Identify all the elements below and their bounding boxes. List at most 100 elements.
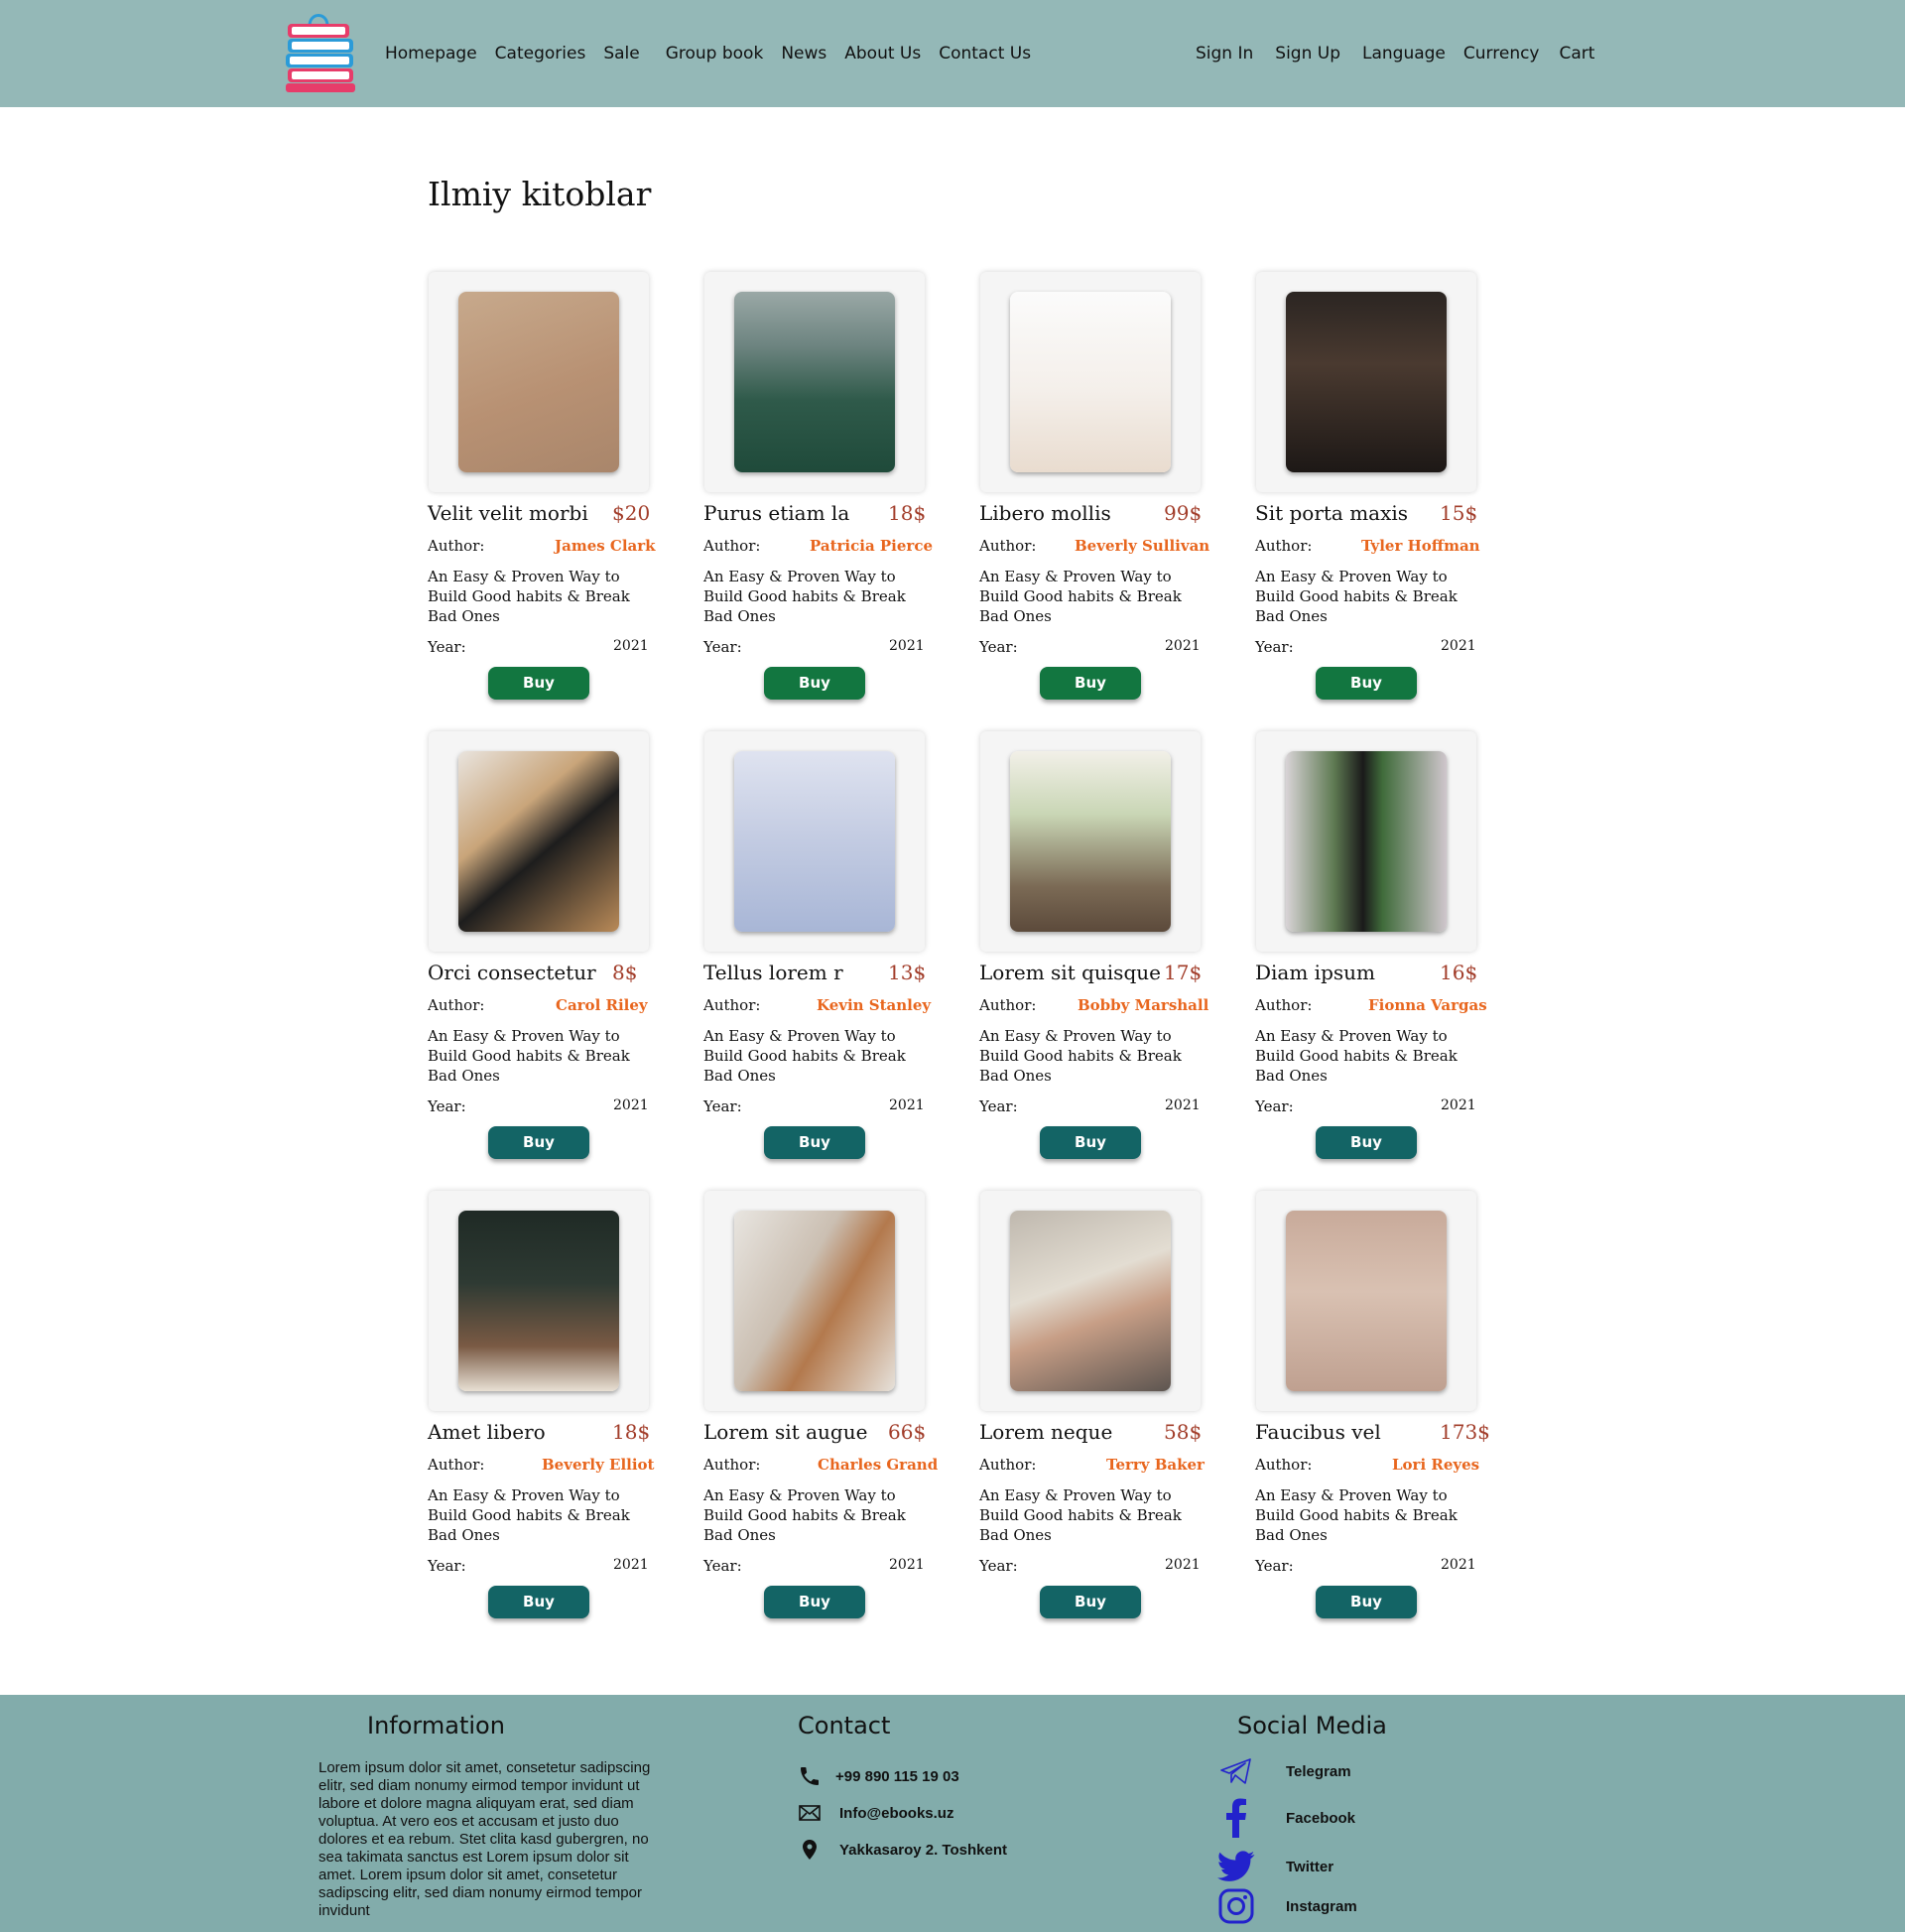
nav-cart[interactable]: Cart [1560,44,1595,64]
nav-categories[interactable]: Categories [495,44,586,64]
book-cover-frame[interactable] [1256,272,1476,492]
open-book-on-bed-image[interactable] [734,751,895,932]
mail-icon [799,1805,821,1821]
author-name[interactable]: Lori Reyes [1392,1456,1479,1474]
author-name[interactable]: Tyler Hoffman [1361,537,1480,555]
book-title[interactable]: Lorem sit quisque [979,961,1161,984]
book-card: Lorem sit quisque 17$ Author: Bobby Mars… [979,730,1208,1187]
book-title[interactable]: Tellus lorem r [703,961,843,984]
buy-button[interactable]: Buy [1316,667,1417,700]
book-title[interactable]: Lorem neque [979,1420,1112,1444]
buy-button[interactable]: Buy [1040,667,1141,700]
nav-contact-us[interactable]: Contact Us [939,44,1031,64]
buy-button[interactable]: Buy [488,667,589,700]
year-label: Year: [428,1097,466,1115]
social-instagram[interactable]: Instagram [1216,1886,1357,1926]
year-value: 2021 [1165,1097,1201,1113]
book-title[interactable]: Lorem sit augue [703,1420,867,1444]
rose-on-open-book-image[interactable] [1286,1211,1447,1391]
social-telegram-label: Telegram [1286,1762,1351,1780]
book-description: An Easy & Proven Way to Build Good habit… [703,1486,906,1544]
author-name[interactable]: Fionna Vargas [1368,996,1487,1014]
book-over-foggy-forest-image[interactable] [734,292,895,472]
nav-group-book[interactable]: Group book [666,44,764,64]
author-name[interactable]: Patricia Pierce [810,537,933,555]
curved-library-image[interactable] [734,1211,895,1391]
book-title[interactable]: Diam ipsum [1255,961,1375,984]
book-cover-frame[interactable] [429,272,649,492]
author-name[interactable]: Beverly Sullivan [1075,537,1209,555]
book-price: 16$ [1440,961,1478,984]
author-name[interactable]: Terry Baker [1106,1456,1205,1474]
page-title: Ilmiy kitoblar [428,175,652,213]
buy-button[interactable]: Buy [764,1126,865,1159]
book-title[interactable]: Velit velit morbi [428,501,588,525]
book-title[interactable]: Orci consectetur [428,961,596,984]
year-value: 2021 [889,638,925,654]
book-cover-frame[interactable] [704,731,925,952]
book-cover-frame[interactable] [429,1191,649,1411]
author-name[interactable]: Carol Riley [556,996,648,1014]
buy-button[interactable]: Buy [488,1126,589,1159]
book-title[interactable]: Purus etiam la [703,501,849,525]
hand-holding-book-image[interactable] [1010,1211,1171,1391]
flowers-coffee-book-image[interactable] [458,1211,619,1391]
social-facebook[interactable]: Facebook [1216,1798,1355,1838]
nav-currency[interactable]: Currency [1463,44,1540,64]
author-label: Author: [428,537,485,555]
buy-button[interactable]: Buy [764,1586,865,1618]
book-by-window-image[interactable] [1010,751,1171,932]
buy-button[interactable]: Buy [1316,1586,1417,1618]
book-cover-frame[interactable] [704,272,925,492]
social-instagram-label: Instagram [1286,1897,1357,1915]
nav-language[interactable]: Language [1362,44,1446,64]
nav-homepage[interactable]: Homepage [385,44,477,64]
buy-button[interactable]: Buy [488,1586,589,1618]
buy-button[interactable]: Buy [764,667,865,700]
book-cover-frame[interactable] [980,272,1201,492]
book-cover-frame[interactable] [1256,1191,1476,1411]
social-telegram[interactable]: Telegram [1216,1751,1351,1791]
author-label: Author: [428,996,485,1014]
buy-button[interactable]: Buy [1316,1126,1417,1159]
buy-button[interactable]: Buy [1040,1126,1141,1159]
contact-phone[interactable]: +99 890 115 19 03 [798,1764,959,1788]
book-price: 8$ [612,961,638,984]
author-label: Author: [1255,996,1313,1014]
author-label: Author: [703,1456,761,1474]
book-cover-frame[interactable] [980,731,1201,952]
author-name[interactable]: Kevin Stanley [817,996,931,1014]
open-books-white-image[interactable] [1010,292,1171,472]
book-cover-frame[interactable] [1256,731,1476,952]
nav-sale[interactable]: Sale [603,44,639,64]
book-cover-frame[interactable] [704,1191,925,1411]
milk-and-honey-book-image[interactable] [458,751,619,932]
book-title[interactable]: Libero mollis [979,501,1111,525]
book-title[interactable]: Faucibus vel [1255,1420,1381,1444]
nav-news[interactable]: News [781,44,826,64]
dark-library-image[interactable] [1286,292,1447,472]
book-cover-frame[interactable] [429,731,649,952]
author-name[interactable]: Charles Grand [818,1456,938,1474]
author-name[interactable]: James Clark [555,537,656,555]
author-name[interactable]: Bobby Marshall [1078,996,1208,1014]
bookstore-logo-icon[interactable] [284,8,357,93]
book-title[interactable]: Sit porta maxis [1255,501,1408,525]
book-description: An Easy & Proven Way to Build Good habit… [428,1486,630,1544]
buy-button[interactable]: Buy [1040,1586,1141,1618]
nav-sign-up[interactable]: Sign Up [1275,44,1340,64]
nav-sign-in[interactable]: Sign In [1196,44,1253,64]
open-book-on-stack-image[interactable] [458,292,619,472]
book-cover-frame[interactable] [980,1191,1201,1411]
book-card: Libero mollis 99$ Author: Beverly Sulliv… [979,271,1209,727]
contact-phone-text: +99 890 115 19 03 [835,1767,959,1785]
book-title[interactable]: Amet libero [428,1420,546,1444]
author-name[interactable]: Beverly Elliot [542,1456,654,1474]
window-garden-book-image[interactable] [1286,751,1447,932]
book-price: 18$ [888,501,927,525]
contact-email[interactable]: Info@ebooks.uz [798,1801,953,1825]
contact-address[interactable]: Yakkasaroy 2. Toshkent [798,1838,1007,1862]
book-price: 18$ [612,1420,651,1444]
social-twitter[interactable]: Twitter [1216,1847,1334,1886]
nav-about-us[interactable]: About Us [844,44,921,64]
